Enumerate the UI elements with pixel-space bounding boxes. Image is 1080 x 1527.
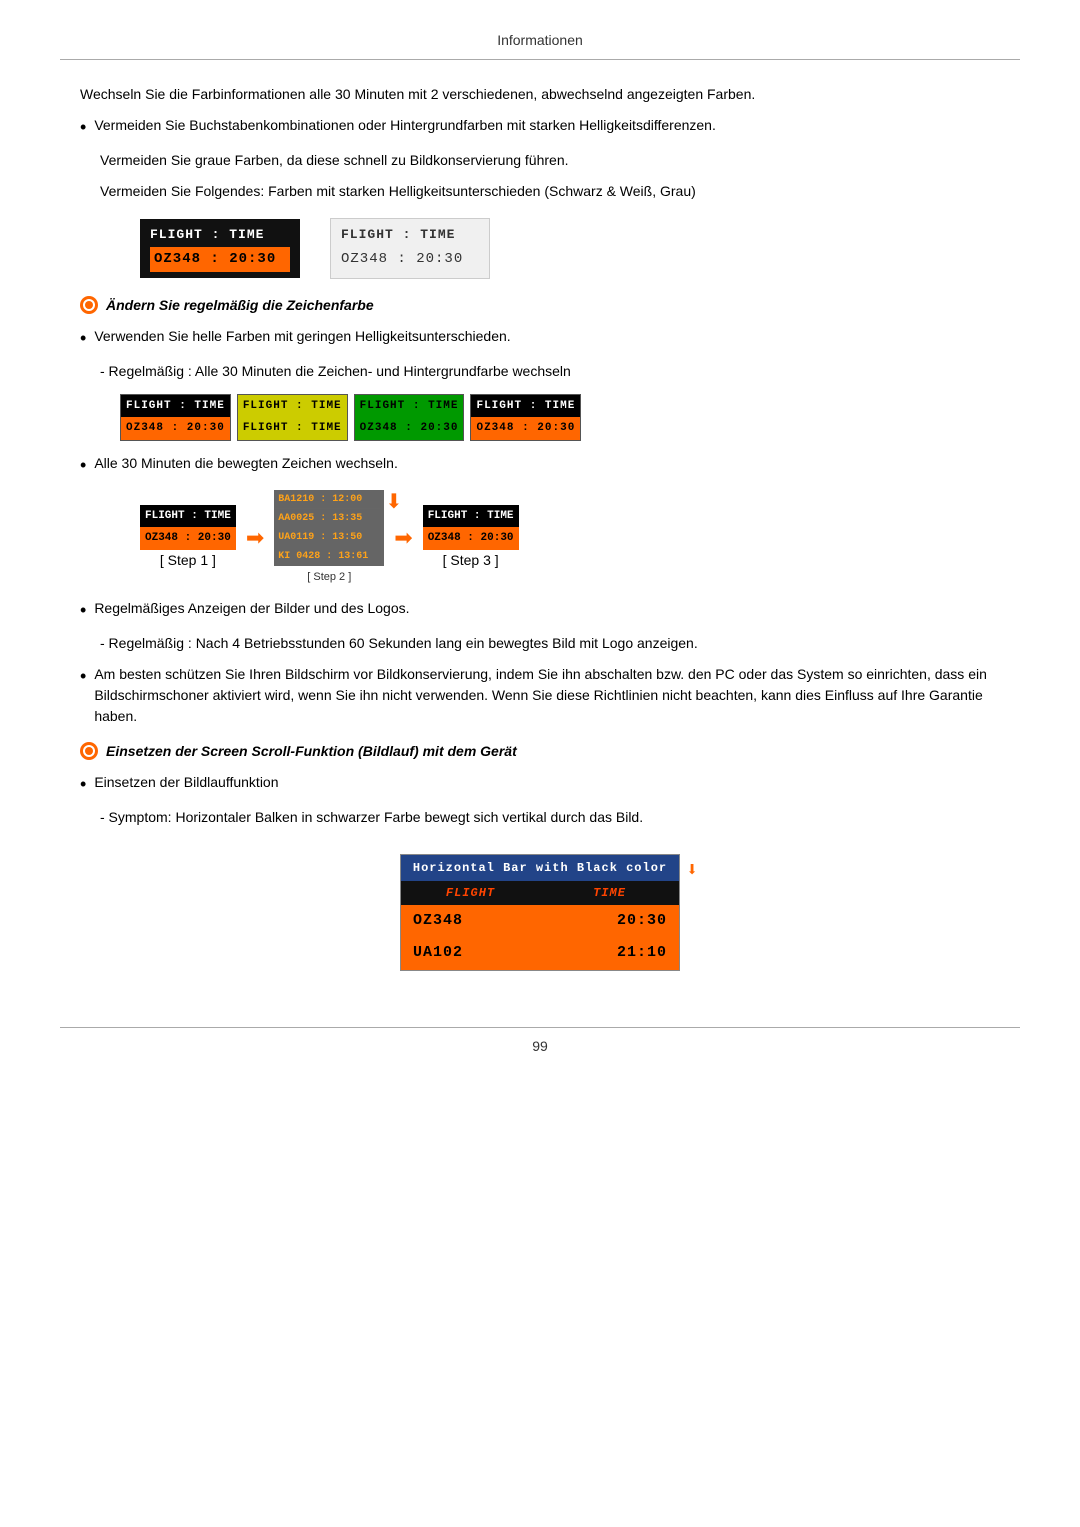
final-row2-flight: UA102 bbox=[401, 937, 540, 970]
content-area: Wechseln Sie die Farbinformationen alle … bbox=[60, 84, 1020, 987]
bullet-dot-4: • bbox=[80, 598, 86, 623]
color-box-3-header: FLIGHT : TIME bbox=[355, 395, 464, 418]
flight-box-light: FLIGHT : TIME OZ348 : 20:30 bbox=[330, 218, 490, 279]
bullet-text-6: Einsetzen der Bildlauffunktion bbox=[94, 772, 1000, 793]
flight-box-light-header: FLIGHT : TIME bbox=[341, 225, 479, 245]
bullet-item-3: • Alle 30 Minuten die bewegten Zeichen w… bbox=[80, 453, 1000, 478]
bullet-item-5: • Am besten schützen Sie Ihren Bildschir… bbox=[80, 664, 1000, 727]
step3-box: FLIGHT : TIME OZ348 : 20:30 bbox=[423, 505, 519, 550]
color-box-1-data: OZ348 : 20:30 bbox=[121, 417, 230, 440]
section-heading-1: Ändern Sie regelmäßig die Zeichenfarbe bbox=[80, 295, 1000, 316]
intro-paragraph: Wechseln Sie die Farbinformationen alle … bbox=[80, 84, 1000, 105]
page-number: 99 bbox=[532, 1038, 548, 1054]
section-heading-text-2: Einsetzen der Screen Scroll-Funktion (Bi… bbox=[106, 741, 517, 762]
step1-data: OZ348 : 20:30 bbox=[140, 527, 236, 550]
arrow-icon-1: ➡ bbox=[246, 521, 264, 554]
step3-header: FLIGHT : TIME bbox=[423, 505, 519, 528]
color-box-2: FLIGHT : TIME FLIGHT : TIME bbox=[237, 394, 348, 441]
step1-header: FLIGHT : TIME bbox=[140, 505, 236, 528]
section-heading-2: Einsetzen der Screen Scroll-Funktion (Bi… bbox=[80, 741, 1000, 762]
final-header-text: Horizontal Bar with Black color bbox=[413, 861, 667, 875]
step2-row1: BA1210 : 12:00 bbox=[274, 490, 384, 509]
step3-label: [ Step 3 ] bbox=[443, 550, 499, 571]
color-box-1: FLIGHT : TIME OZ348 : 20:30 bbox=[120, 394, 231, 441]
sub-note-4-text: - Regelmäßig : Nach 4 Betriebsstunden 60… bbox=[100, 633, 1000, 654]
final-sub-col-time: TIME bbox=[540, 881, 679, 905]
step2-label: [ Step 2 ] bbox=[307, 566, 351, 586]
final-row1-time: 20:30 bbox=[540, 905, 679, 938]
bullet-dot-5: • bbox=[80, 664, 86, 689]
color-box-4-data: OZ348 : 20:30 bbox=[471, 417, 580, 440]
sub-note-1-text: Vermeiden Sie graue Farben, da diese sch… bbox=[100, 150, 1000, 171]
bullet-text-1: Vermeiden Sie Buchstabenkombinationen od… bbox=[94, 115, 1000, 136]
orange-circle-icon-1 bbox=[80, 296, 98, 314]
step2-container: BA1210 : 12:00 AA0025 : 13:35 UA0119 : 1… bbox=[274, 490, 384, 586]
final-row1-flight: OZ348 bbox=[401, 905, 540, 938]
flight-box-dark-data: OZ348 : 20:30 bbox=[150, 247, 290, 272]
final-sub-header-row: FLIGHT TIME bbox=[401, 881, 679, 905]
step2-box-wrapper: BA1210 : 12:00 AA0025 : 13:35 UA0119 : 1… bbox=[274, 490, 384, 566]
step-row: FLIGHT : TIME OZ348 : 20:30 [ Step 1 ] ➡… bbox=[140, 490, 1000, 586]
final-display-wrapper: Horizontal Bar with Black color ⬇ FLIGHT… bbox=[80, 838, 1000, 987]
page: Informationen Wechseln Sie die Farbinfor… bbox=[0, 0, 1080, 1527]
flight-box-dark: FLIGHT : TIME OZ348 : 20:30 bbox=[140, 219, 300, 278]
final-data-row-2: UA102 21:10 bbox=[401, 937, 679, 970]
final-down-arrow-icon: ⬇ bbox=[686, 857, 699, 887]
flight-box-dark-header: FLIGHT : TIME bbox=[150, 225, 290, 245]
bullet-item-4: • Regelmäßiges Anzeigen der Bilder und d… bbox=[80, 598, 1000, 623]
color-box-1-header: FLIGHT : TIME bbox=[121, 395, 230, 418]
bullet-text-2: Verwenden Sie helle Farben mit geringen … bbox=[94, 326, 1000, 347]
sub-note-3: - Regelmäßig : Alle 30 Minuten die Zeich… bbox=[100, 361, 1000, 382]
final-flight-label: FLIGHT bbox=[446, 886, 495, 900]
color-box-2-data: FLIGHT : TIME bbox=[238, 417, 347, 440]
sub-note-2-text: Vermeiden Sie Folgendes: Farben mit star… bbox=[100, 181, 1000, 202]
step2-box: BA1210 : 12:00 AA0025 : 13:35 UA0119 : 1… bbox=[274, 490, 384, 566]
sub-note-2: Vermeiden Sie Folgendes: Farben mit star… bbox=[100, 181, 1000, 202]
final-sub-col-flight: FLIGHT bbox=[401, 881, 540, 905]
orange-circle-icon-2 bbox=[80, 742, 98, 760]
sub-note-4: - Regelmäßig : Nach 4 Betriebsstunden 60… bbox=[100, 633, 1000, 654]
bullet-text-4: Regelmäßiges Anzeigen der Bilder und des… bbox=[94, 598, 1000, 619]
final-display-header: Horizontal Bar with Black color ⬇ bbox=[401, 855, 679, 881]
step1-label: [ Step 1 ] bbox=[160, 550, 216, 571]
page-footer: 99 bbox=[60, 1027, 1020, 1057]
bullet-text-3: Alle 30 Minuten die bewegten Zeichen wec… bbox=[94, 453, 1000, 474]
step1-box: FLIGHT : TIME OZ348 : 20:30 bbox=[140, 505, 236, 550]
page-title: Informationen bbox=[497, 32, 583, 48]
flight-box-light-data: OZ348 : 20:30 bbox=[341, 247, 479, 272]
step3-data: OZ348 : 20:30 bbox=[423, 527, 519, 550]
step2-row3: UA0119 : 13:50 bbox=[274, 528, 384, 547]
color-box-4-header: FLIGHT : TIME bbox=[471, 395, 580, 418]
final-row2-time: 21:10 bbox=[540, 937, 679, 970]
step3-container: FLIGHT : TIME OZ348 : 20:30 [ Step 3 ] bbox=[423, 505, 519, 571]
sub-note-5-text: - Symptom: Horizontaler Balken in schwar… bbox=[100, 807, 1000, 828]
bullet-item-6: • Einsetzen der Bildlauffunktion bbox=[80, 772, 1000, 797]
step2-row4: KI 0428 : 13:61 bbox=[274, 547, 384, 566]
multi-flight-row: FLIGHT : TIME OZ348 : 20:30 FLIGHT : TIM… bbox=[120, 394, 1000, 441]
step1-container: FLIGHT : TIME OZ348 : 20:30 [ Step 1 ] bbox=[140, 505, 236, 571]
bullet-dot-6: • bbox=[80, 772, 86, 797]
color-box-2-header: FLIGHT : TIME bbox=[238, 395, 347, 418]
page-header: Informationen bbox=[60, 30, 1020, 60]
arrow-icon-2: ➡ bbox=[394, 521, 412, 554]
step2-row2: AA0025 : 13:35 bbox=[274, 509, 384, 528]
color-box-4: FLIGHT : TIME OZ348 : 20:30 bbox=[470, 394, 581, 441]
sub-note-5: - Symptom: Horizontaler Balken in schwar… bbox=[100, 807, 1000, 828]
down-arrow-icon: ⬇ bbox=[386, 492, 403, 512]
section-heading-text-1: Ändern Sie regelmäßig die Zeichenfarbe bbox=[106, 295, 374, 316]
color-box-3: FLIGHT : TIME OZ348 : 20:30 bbox=[354, 394, 465, 441]
bullet-dot-1: • bbox=[80, 115, 86, 140]
bullet-dot-2: • bbox=[80, 326, 86, 351]
bullet-dot-3: • bbox=[80, 453, 86, 478]
flight-demo-row: FLIGHT : TIME OZ348 : 20:30 FLIGHT : TIM… bbox=[140, 218, 1000, 279]
bullet-item-1: • Vermeiden Sie Buchstabenkombinationen … bbox=[80, 115, 1000, 140]
final-data-row-1: OZ348 20:30 bbox=[401, 905, 679, 938]
bullet-text-5: Am besten schützen Sie Ihren Bildschirm … bbox=[94, 664, 1000, 727]
final-time-label: TIME bbox=[593, 886, 626, 900]
bullet-item-2: • Verwenden Sie helle Farben mit geringe… bbox=[80, 326, 1000, 351]
color-box-3-data: OZ348 : 20:30 bbox=[355, 417, 464, 440]
sub-note-3-text: - Regelmäßig : Alle 30 Minuten die Zeich… bbox=[100, 361, 1000, 382]
sub-note-1: Vermeiden Sie graue Farben, da diese sch… bbox=[100, 150, 1000, 171]
final-display: Horizontal Bar with Black color ⬇ FLIGHT… bbox=[400, 854, 680, 971]
